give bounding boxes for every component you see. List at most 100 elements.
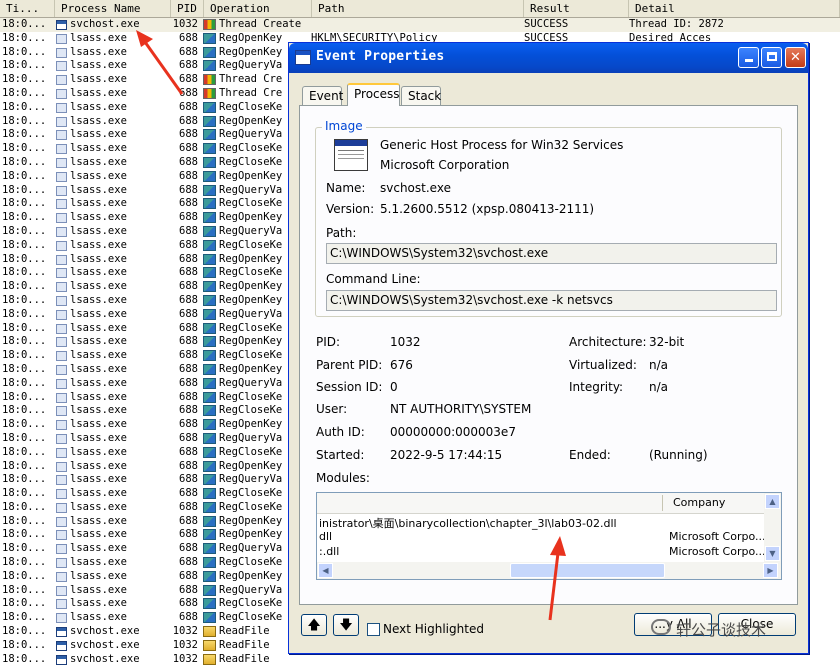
parent-pid-value: 676	[390, 358, 413, 372]
cell-process-name: lsass.exe	[70, 445, 127, 458]
cell-time: 18:0...	[2, 224, 47, 237]
cell-time: 18:0...	[2, 376, 47, 389]
cell-time: 18:0...	[2, 100, 47, 113]
cell-operation: ReadFile	[219, 652, 270, 665]
registry-icon	[203, 184, 216, 196]
dialog-titlebar[interactable]: Event Properties ✕	[289, 43, 808, 73]
cell-process-name: lsass.exe	[70, 252, 127, 265]
cell-process-name: lsass.exe	[70, 59, 127, 72]
module-row-path[interactable]: dll	[319, 530, 332, 543]
registry-icon	[203, 584, 216, 596]
column-operation[interactable]: Operation	[204, 0, 312, 17]
process-icon	[56, 130, 67, 141]
cell-detail: Thread ID: 2872	[629, 18, 724, 30]
column-separator[interactable]	[662, 495, 663, 511]
process-icon	[56, 157, 67, 168]
cell-time: 18:0...	[2, 362, 47, 375]
process-icon	[56, 171, 67, 182]
registry-icon	[203, 570, 216, 582]
cell-pid: 688	[179, 86, 198, 99]
cell-time: 18:0...	[2, 500, 47, 513]
registry-icon	[203, 501, 216, 513]
cell-pid: 688	[179, 514, 198, 527]
module-row-path[interactable]: :.dll	[319, 545, 339, 558]
registry-icon	[203, 557, 216, 569]
column-detail[interactable]: Detail	[629, 0, 840, 17]
cell-process-name: lsass.exe	[70, 155, 127, 168]
registry-icon	[203, 419, 216, 431]
cell-process-name: lsass.exe	[70, 390, 127, 403]
column-pid[interactable]: PID	[171, 0, 204, 17]
pid-label: PID:	[316, 335, 341, 349]
cell-pid: 688	[179, 293, 198, 306]
registry-icon	[203, 198, 216, 210]
cell-time: 18:0...	[2, 514, 47, 527]
module-row-path[interactable]: inistrator\桌面\binarycollection\chapter_3…	[319, 515, 617, 531]
modules-list[interactable]: Company inistrator\桌面\binarycollection\c…	[316, 492, 782, 580]
process-icon	[56, 627, 67, 638]
registry-icon	[203, 32, 216, 44]
previous-event-button[interactable]: 🡅	[301, 614, 327, 636]
cell-pid: 688	[179, 211, 198, 224]
cell-pid: 688	[179, 59, 198, 72]
tab-process[interactable]: Process	[347, 83, 400, 106]
cell-process-name: svchost.exe	[70, 625, 140, 638]
column-result[interactable]: Result	[524, 0, 629, 17]
process-icon	[56, 323, 67, 334]
process-icon	[56, 351, 67, 362]
auth-id-label: Auth ID:	[316, 425, 365, 439]
close-icon: ✕	[790, 50, 801, 65]
cell-pid: 688	[179, 224, 198, 237]
cell-time: 18:0...	[2, 307, 47, 320]
scroll-right-icon[interactable]: ▶	[763, 563, 778, 578]
version-label: Version:	[326, 202, 375, 216]
process-icon	[56, 599, 67, 610]
cell-time: 18:0...	[2, 45, 47, 58]
cell-time: 18:0...	[2, 418, 47, 431]
scroll-down-icon[interactable]: ▼	[765, 546, 780, 561]
modules-vertical-scrollbar[interactable]: ▲ ▼	[764, 493, 781, 563]
cell-time: 18:0...	[2, 73, 47, 86]
tab-stack[interactable]: Stack	[401, 86, 441, 105]
minimize-button[interactable]	[738, 47, 759, 68]
up-arrow-icon: 🡅	[307, 618, 321, 633]
column-process-name[interactable]: Process Name	[55, 0, 171, 17]
registry-icon	[203, 612, 216, 624]
table-row[interactable]: 18:0... svchost.exe 1032 ReadFile	[0, 653, 840, 667]
process-icon	[56, 295, 67, 306]
next-event-button[interactable]: 🡇	[333, 614, 359, 636]
scroll-left-icon[interactable]: ◀	[318, 563, 333, 578]
cell-process-name: lsass.exe	[70, 362, 127, 375]
table-row[interactable]: 18:0... svchost.exe 1032 Thread Create SUCCE…	[0, 18, 840, 32]
column-time[interactable]: Ti...	[0, 0, 55, 17]
path-field[interactable]: C:\WINDOWS\System32\svchost.exe	[326, 243, 777, 264]
cell-process-name: lsass.exe	[70, 128, 127, 141]
ended-value: (Running)	[649, 448, 708, 462]
command-line-field[interactable]: C:\WINDOWS\System32\svchost.exe -k netsv…	[326, 290, 777, 311]
cell-pid: 688	[179, 597, 198, 610]
maximize-button[interactable]	[761, 47, 782, 68]
horizontal-scroll-thumb[interactable]	[510, 563, 665, 578]
cell-pid: 688	[179, 169, 198, 182]
process-icon	[56, 199, 67, 210]
cell-time: 18:0...	[2, 169, 47, 182]
tab-event[interactable]: Event	[302, 86, 343, 105]
cell-pid: 688	[179, 445, 198, 458]
registry-icon	[203, 267, 216, 279]
modules-horizontal-scrollbar[interactable]: ◀ ▶	[317, 562, 781, 579]
next-highlighted-checkbox[interactable]	[367, 623, 380, 636]
cell-process-name: lsass.exe	[70, 280, 127, 293]
column-path[interactable]: Path	[312, 0, 524, 17]
close-window-button[interactable]: ✕	[785, 47, 806, 68]
cell-pid: 688	[179, 542, 198, 555]
modules-column-company[interactable]: Company	[673, 496, 725, 509]
scroll-up-icon[interactable]: ▲	[765, 494, 780, 509]
cell-pid: 688	[179, 500, 198, 513]
registry-icon	[203, 529, 216, 541]
cell-pid: 688	[179, 349, 198, 362]
next-highlighted-label[interactable]: Next Highlighted	[383, 622, 484, 636]
cell-pid: 688	[179, 390, 198, 403]
cell-process-name: lsass.exe	[70, 542, 127, 555]
process-icon	[56, 585, 67, 596]
process-icon	[56, 392, 67, 403]
